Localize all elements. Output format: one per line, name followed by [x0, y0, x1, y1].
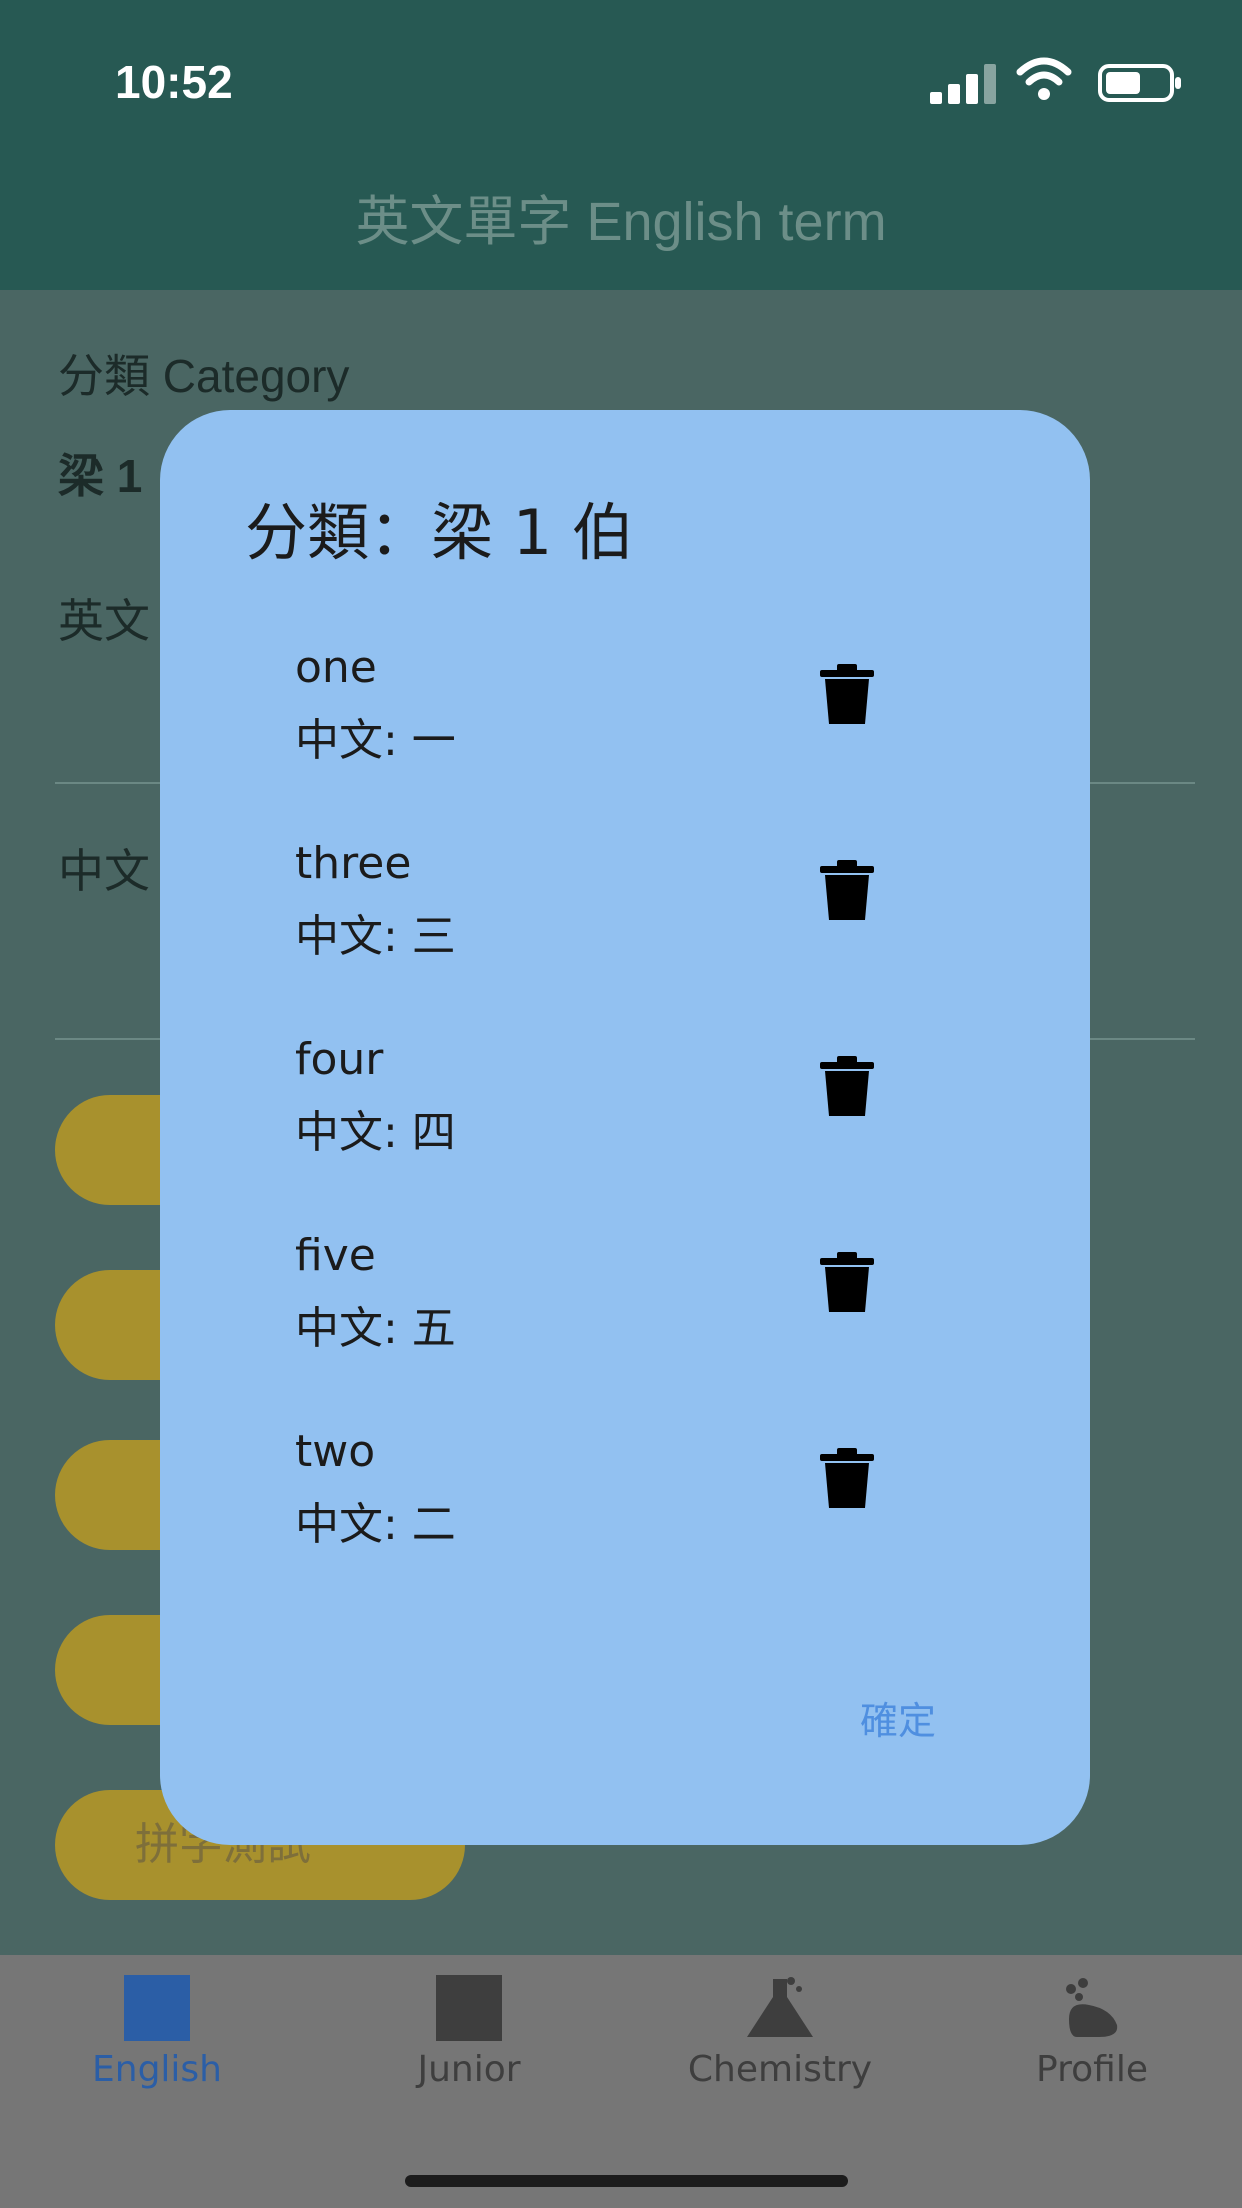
- tab-chemistry[interactable]: Chemistry: [655, 1975, 905, 2125]
- tab-junior[interactable]: Junior: [344, 1975, 594, 2125]
- word-chinese: 中文: 一: [295, 715, 456, 766]
- home-indicator: [405, 2175, 848, 2187]
- word-english: three: [295, 838, 412, 889]
- chinese-field-label: 中文: [58, 845, 150, 897]
- word-chinese: 中文: 二: [295, 1499, 456, 1550]
- word-english: four: [295, 1034, 384, 1085]
- list-item: one 中文: 一: [295, 642, 995, 792]
- battery-icon: [1098, 64, 1181, 102]
- word-chinese: 中文: 三: [295, 911, 456, 962]
- trash-icon[interactable]: [820, 860, 874, 920]
- category-label: 分類 Category: [58, 350, 350, 402]
- dialog-title: 分類：梁 1 伯: [245, 496, 634, 569]
- footprint-icon: [1066, 1978, 1118, 2037]
- tab-label: English: [92, 2049, 222, 2090]
- word-chinese: 中文: 四: [295, 1107, 456, 1158]
- tab-label: Chemistry: [687, 2049, 873, 2090]
- confirm-button[interactable]: 確定: [860, 1690, 936, 1745]
- trash-icon[interactable]: [820, 1252, 874, 1312]
- trash-icon[interactable]: [820, 1056, 874, 1116]
- app-header: 英文單字 English term: [0, 165, 1242, 290]
- tab-bar: English Junior Chemistry Profile: [0, 1955, 1242, 2208]
- square-icon: [436, 1975, 502, 2041]
- list-item: five 中文: 五: [295, 1230, 995, 1380]
- word-english: five: [295, 1230, 376, 1281]
- word-chinese: 中文: 五: [295, 1303, 456, 1354]
- word-english: two: [295, 1426, 376, 1477]
- list-item: three 中文: 三: [295, 838, 995, 988]
- list-item: four 中文: 四: [295, 1034, 995, 1184]
- flask-icon: [747, 1977, 813, 2037]
- cellular-signal-icon: [930, 64, 996, 104]
- english-field-label: 英文: [58, 595, 150, 647]
- tab-english[interactable]: English: [32, 1975, 282, 2125]
- trash-icon[interactable]: [820, 664, 874, 724]
- trash-icon[interactable]: [820, 1448, 874, 1508]
- status-bar: 10:52: [0, 0, 1242, 165]
- square-icon: [124, 1975, 190, 2041]
- page-title: 英文單字 English term: [355, 192, 887, 252]
- list-item: two 中文: 二: [295, 1426, 995, 1576]
- wifi-icon: [1016, 57, 1072, 100]
- word-english: one: [295, 642, 377, 693]
- category-value[interactable]: 梁 1: [58, 440, 142, 506]
- tab-profile[interactable]: Profile: [967, 1975, 1217, 2125]
- category-words-dialog: 分類：梁 1 伯 one 中文: 一 three 中文: 三 four 中文: …: [160, 410, 1090, 1845]
- tab-label: Profile: [1036, 2049, 1148, 2090]
- tab-label: Junior: [417, 2049, 521, 2090]
- status-time: 10:52: [115, 56, 233, 108]
